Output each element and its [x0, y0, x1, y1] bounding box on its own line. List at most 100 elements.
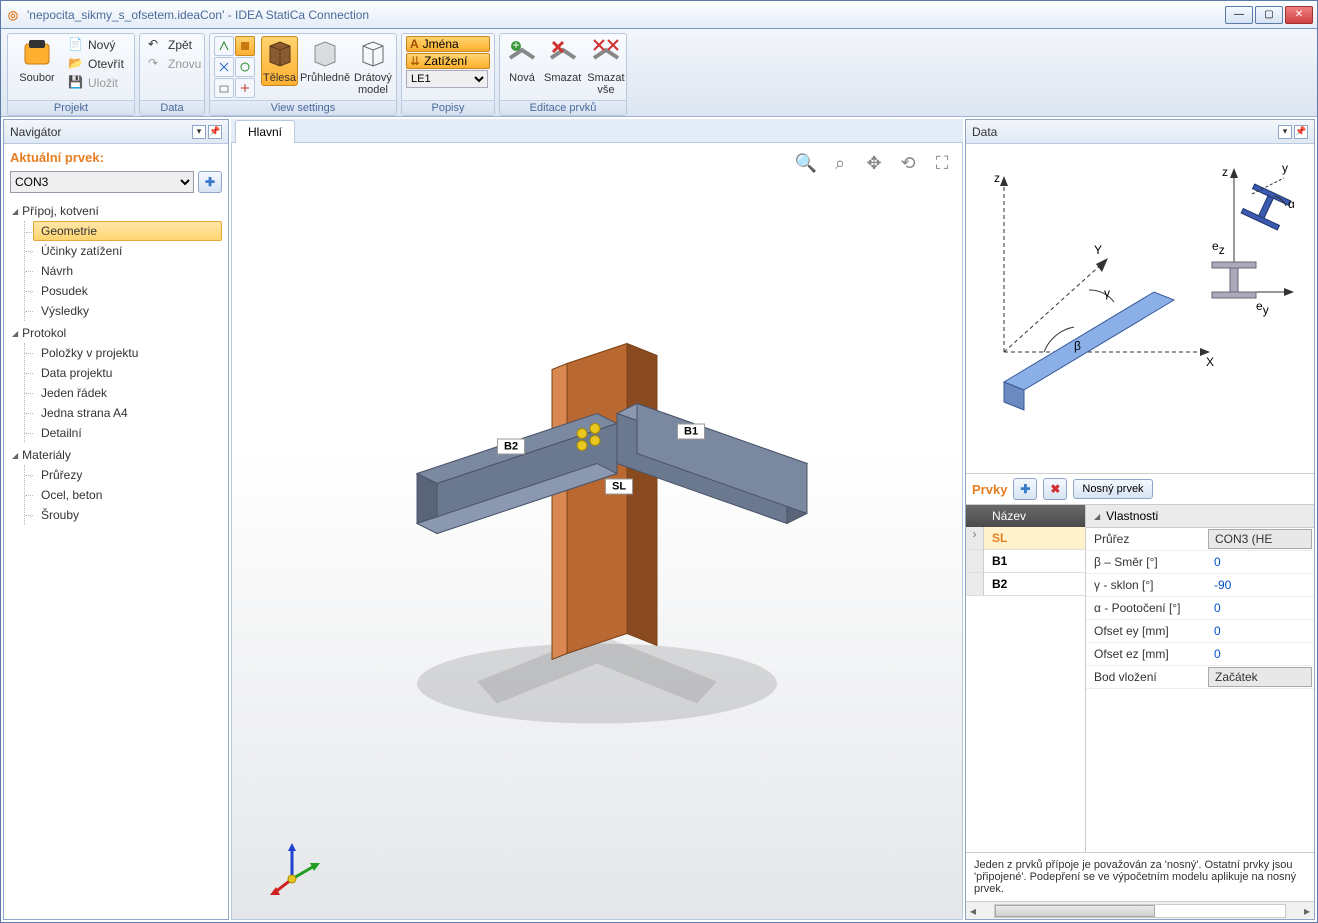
alpha-value[interactable]: 0: [1206, 597, 1314, 619]
prurez-value[interactable]: CON3 (HE: [1208, 529, 1312, 549]
pan-icon[interactable]: ✥: [862, 151, 886, 175]
new-icon: 📄: [68, 37, 84, 53]
view-toggle-6[interactable]: [235, 78, 255, 98]
window-title: 'nepocita_sikmy_s_ofsetem.ideaCon' - IDE…: [27, 8, 1225, 22]
tree-item-navrh[interactable]: Návrh: [33, 261, 222, 281]
panel-pin-button[interactable]: 📌: [208, 125, 222, 139]
nova-button[interactable]: + Nová: [504, 36, 540, 86]
znovu-button[interactable]: ↷Znovu: [144, 55, 205, 73]
tree-item-posudek[interactable]: Posudek: [33, 281, 222, 301]
label-sl: SL: [605, 479, 633, 495]
delete-x-icon: ✖: [1050, 482, 1060, 496]
ribbon: Soubor 📄Nový 📂Otevřít 💾Uložit Projekt ↶Z…: [1, 29, 1317, 117]
prvky-row-sl[interactable]: SL: [966, 527, 1085, 550]
view-toggle-3[interactable]: [214, 57, 234, 77]
new-member-icon: +: [506, 38, 538, 70]
prvky-delete-button[interactable]: ✖: [1043, 478, 1067, 500]
redo-icon: ↷: [148, 56, 164, 72]
rotate-icon[interactable]: ⟲: [896, 151, 920, 175]
data-panel-menu-button[interactable]: ▾: [1278, 125, 1292, 139]
tree-item-prurezy[interactable]: Průřezy: [33, 465, 222, 485]
tree-item-vysledky[interactable]: Výsledky: [33, 301, 222, 321]
names-icon: A: [410, 37, 419, 51]
telesa-button[interactable]: Tělesa: [261, 36, 298, 86]
jmena-toggle[interactable]: AJména: [406, 36, 490, 52]
aktualni-prvek-select[interactable]: CON3: [10, 171, 194, 193]
view-toggle-5[interactable]: [214, 78, 234, 98]
titlebar: ◎ 'nepocita_sikmy_s_ofsetem.ideaCon' - I…: [1, 1, 1317, 29]
zoom-in-icon[interactable]: 🔍: [794, 151, 818, 175]
prvky-row-b2[interactable]: B2: [966, 573, 1085, 596]
add-prvek-button[interactable]: ✚: [198, 171, 222, 193]
data-panel: Data ▾ 📌 z X Y β: [965, 119, 1315, 920]
tree-item-ocelbeton[interactable]: Ocel, beton: [33, 485, 222, 505]
tree-item-ucinky[interactable]: Účinky zatížení: [33, 241, 222, 261]
props-header[interactable]: Vlastnosti: [1086, 505, 1314, 528]
pruhledne-button[interactable]: Průhledně: [300, 36, 350, 86]
zatizeni-toggle[interactable]: ⇊Zatížení: [406, 53, 490, 69]
beta-value[interactable]: 0: [1206, 551, 1314, 573]
smazat-vse-button[interactable]: Smazat vše: [585, 36, 626, 98]
delete-icon: [547, 38, 579, 70]
aktualni-prvek-label: Aktuální prvek:: [10, 150, 222, 165]
svg-text:+: +: [512, 38, 519, 52]
tree-group-pripoj[interactable]: Přípoj, kotvení: [10, 201, 222, 221]
delete-all-icon: [590, 38, 622, 70]
data-panel-pin-button[interactable]: 📌: [1294, 125, 1308, 139]
bod-value[interactable]: Začátek: [1208, 667, 1312, 687]
viewport-tabstrip: Hlavní: [231, 119, 963, 143]
help-text: Jeden z prvků přípoje je považován za 'n…: [966, 852, 1314, 901]
properties-grid: Vlastnosti PrůřezCON3 (HE β – Směr [°]0 …: [1086, 505, 1314, 852]
maximize-button[interactable]: ▢: [1255, 6, 1283, 24]
col-nazev: Název: [992, 509, 1026, 523]
tree-item-srouby[interactable]: Šrouby: [33, 505, 222, 525]
smazat-button[interactable]: Smazat: [542, 36, 583, 86]
svg-text:z: z: [1222, 165, 1228, 179]
soubor-icon: [21, 38, 53, 70]
view-toggle-1[interactable]: [214, 36, 234, 56]
dratovy-button[interactable]: Drátový model: [352, 36, 394, 98]
soubor-button[interactable]: Soubor: [12, 36, 62, 86]
novy-button[interactable]: 📄Nový: [64, 36, 128, 54]
horizontal-scrollbar[interactable]: ◂ ▸: [966, 901, 1314, 919]
tree-group-materialy[interactable]: Materiály: [10, 445, 222, 465]
tab-hlavni[interactable]: Hlavní: [235, 120, 295, 143]
svg-text:α: α: [1288, 197, 1294, 211]
ofsey-value[interactable]: 0: [1206, 620, 1314, 642]
zpet-button[interactable]: ↶Zpět: [144, 36, 205, 54]
otevrit-button[interactable]: 📂Otevřít: [64, 55, 128, 73]
group-projekt-label: Projekt: [8, 100, 134, 115]
transparent-icon: [309, 38, 341, 70]
zoom-icon[interactable]: ⌕: [828, 151, 852, 175]
close-button[interactable]: ✕: [1285, 6, 1313, 24]
panel-menu-button[interactable]: ▾: [192, 125, 206, 139]
svg-text:X: X: [1206, 355, 1214, 369]
loads-icon: ⇊: [410, 54, 420, 68]
svg-text:β: β: [1074, 339, 1081, 353]
tree-group-protokol[interactable]: Protokol: [10, 323, 222, 343]
group-view-label: View settings: [210, 100, 396, 115]
scroll-left-icon[interactable]: ◂: [966, 904, 980, 918]
view-toggle-2[interactable]: [235, 36, 255, 56]
tree-item-polozky[interactable]: Položky v projektu: [33, 343, 222, 363]
tree-item-jedenradek[interactable]: Jeden řádek: [33, 383, 222, 403]
view-toggle-4[interactable]: [235, 57, 255, 77]
3d-viewport[interactable]: 🔍 ⌕ ✥ ⟲ ⛶: [231, 143, 963, 920]
ulozit-button[interactable]: 💾Uložit: [64, 74, 128, 92]
scroll-right-icon[interactable]: ▸: [1300, 904, 1314, 918]
prvky-row-b1[interactable]: B1: [966, 550, 1085, 573]
nosny-prvek-button[interactable]: Nosný prvek: [1073, 479, 1152, 499]
prvky-add-button[interactable]: ✚: [1013, 478, 1037, 500]
tree-item-detailni[interactable]: Detailní: [33, 423, 222, 443]
tree-item-geometrie[interactable]: Geometrie: [33, 221, 222, 241]
label-b2: B2: [497, 439, 525, 455]
fit-icon[interactable]: ⛶: [930, 151, 954, 175]
svg-text:Y: Y: [1094, 243, 1102, 257]
le-select[interactable]: LE1: [406, 70, 488, 88]
tree-item-dataproj[interactable]: Data projektu: [33, 363, 222, 383]
minimize-button[interactable]: —: [1225, 6, 1253, 24]
ofsez-value[interactable]: 0: [1206, 643, 1314, 665]
telesa-icon: [264, 38, 296, 70]
tree-item-jednastrana[interactable]: Jedna strana A4: [33, 403, 222, 423]
gamma-value[interactable]: -90: [1206, 574, 1314, 596]
